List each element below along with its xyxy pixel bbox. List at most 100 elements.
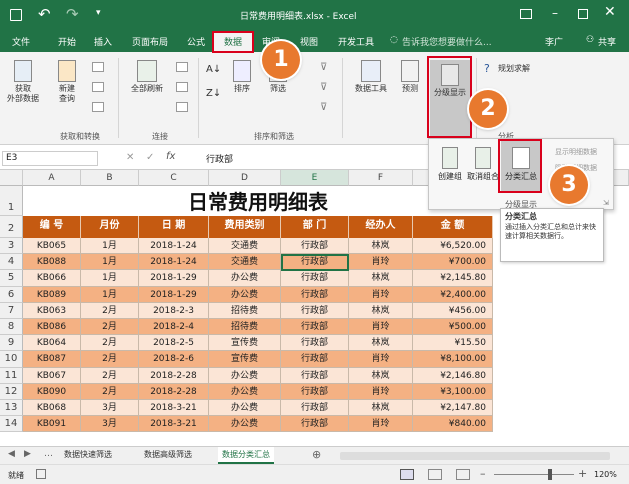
row-header[interactable]: 6 (0, 286, 23, 303)
ungroup-button[interactable]: 取消组合 (465, 147, 501, 182)
table-cell[interactable]: 办公费 (209, 367, 281, 384)
table-cell[interactable]: 肖玲 (349, 254, 413, 271)
table-cell[interactable]: 交通费 (209, 238, 281, 255)
redo-icon[interactable]: ↷ (66, 5, 79, 23)
user-name[interactable]: 李广 (545, 35, 563, 48)
col-header[interactable]: A (23, 170, 81, 186)
row-header[interactable]: 4 (0, 254, 23, 271)
add-sheet-icon[interactable]: ⊕ (312, 448, 321, 461)
solver-button[interactable]: 规划求解 (498, 63, 530, 74)
page-layout-view-icon[interactable] (428, 469, 442, 480)
table-cell[interactable]: 行政部 (281, 400, 349, 417)
table-cell[interactable]: 招待费 (209, 319, 281, 336)
table-cell[interactable]: ¥2,147.80 (413, 400, 493, 417)
table-cell[interactable]: KB086 (23, 319, 81, 336)
save-icon[interactable] (10, 9, 22, 21)
row-header[interactable]: 8 (0, 319, 23, 336)
header-cell[interactable]: 编 号 (23, 216, 81, 238)
table-cell[interactable]: KB063 (23, 302, 81, 319)
tab-insert[interactable]: 插入 (94, 35, 112, 48)
table-cell[interactable]: 林岚 (349, 270, 413, 287)
table-cell[interactable]: ¥500.00 (413, 319, 493, 336)
table-cell[interactable]: 1月 (81, 286, 139, 303)
formula-input[interactable]: 行政部 (206, 152, 233, 165)
select-all-corner[interactable] (0, 170, 23, 186)
table-cell[interactable]: KB068 (23, 400, 81, 417)
table-cell[interactable]: 林岚 (349, 400, 413, 417)
table-cell[interactable]: 林岚 (349, 367, 413, 384)
table-cell[interactable]: ¥2,146.80 (413, 367, 493, 384)
tab-file[interactable]: 文件 (12, 35, 30, 48)
reapply-icon[interactable]: ⊽ (320, 82, 327, 93)
table-cell[interactable]: 行政部 (281, 335, 349, 352)
customize-quick-access-icon[interactable]: ▾ (96, 8, 101, 18)
get-external-data-button[interactable]: 获取 外部数据 (4, 60, 42, 104)
table-cell[interactable]: 1月 (81, 238, 139, 255)
table-cell[interactable]: 行政部 (281, 383, 349, 400)
table-cell[interactable]: ¥840.00 (413, 416, 493, 433)
from-table-icon[interactable] (92, 82, 104, 92)
tab-home[interactable]: 开始 (58, 35, 76, 48)
name-box[interactable]: E3 (2, 151, 98, 166)
col-header[interactable]: F (349, 170, 413, 186)
row-header[interactable]: 14 (0, 416, 23, 433)
table-cell[interactable]: 2月 (81, 335, 139, 352)
header-cell[interactable]: 费用类别 (209, 216, 281, 238)
table-cell[interactable]: 行政部 (281, 319, 349, 336)
table-cell[interactable]: KB064 (23, 335, 81, 352)
table-cell[interactable]: KB066 (23, 270, 81, 287)
table-cell[interactable]: 宣传费 (209, 351, 281, 368)
data-tools-button[interactable]: 数据工具 (350, 60, 392, 94)
properties-icon[interactable] (176, 82, 188, 92)
zoom-thumb[interactable] (548, 469, 552, 480)
table-cell[interactable]: 交通费 (209, 254, 281, 271)
table-cell[interactable]: 2018-3-21 (139, 416, 209, 433)
table-cell[interactable]: 2018-1-24 (139, 254, 209, 271)
header-cell[interactable]: 日 期 (139, 216, 209, 238)
more-sheets[interactable]: … (44, 449, 53, 459)
table-cell[interactable]: 2018-2-4 (139, 319, 209, 336)
row-header[interactable]: 13 (0, 400, 23, 417)
edit-links-icon[interactable] (176, 102, 188, 112)
table-cell[interactable]: KB088 (23, 254, 81, 271)
table-cell[interactable]: 行政部 (281, 270, 349, 287)
table-cell[interactable]: 2月 (81, 383, 139, 400)
row-header[interactable]: 11 (0, 367, 23, 384)
table-cell[interactable]: ¥6,520.00 (413, 238, 493, 255)
table-cell[interactable]: 2018-2-28 (139, 383, 209, 400)
tab-developer[interactable]: 开发工具 (338, 35, 374, 48)
tell-me-box[interactable]: 告诉我您想要做什么... (402, 35, 492, 48)
sort-za-icon[interactable]: Z↓ (206, 88, 221, 99)
header-cell[interactable]: 金 额 (413, 216, 493, 238)
ribbon-display-icon[interactable] (520, 9, 532, 19)
share-button[interactable]: 共享 (598, 35, 616, 48)
table-cell[interactable]: ¥8,100.00 (413, 351, 493, 368)
zoom-out-icon[interactable]: – (480, 467, 486, 480)
page-break-view-icon[interactable] (456, 469, 470, 480)
table-cell[interactable]: 行政部 (281, 286, 349, 303)
table-cell[interactable]: 林岚 (349, 238, 413, 255)
show-queries-icon[interactable] (92, 62, 104, 72)
header-cell[interactable]: 部 门 (281, 216, 349, 238)
table-cell[interactable]: 3月 (81, 400, 139, 417)
row-header[interactable]: 7 (0, 302, 23, 319)
table-cell[interactable]: 2018-3-21 (139, 400, 209, 417)
sort-az-icon[interactable]: A↓ (206, 64, 221, 75)
table-cell[interactable]: 2月 (81, 319, 139, 336)
table-cell[interactable]: 2018-2-3 (139, 302, 209, 319)
table-cell[interactable]: 林岚 (349, 302, 413, 319)
header-cell[interactable]: 月份 (81, 216, 139, 238)
header-cell[interactable]: 经办人 (349, 216, 413, 238)
table-cell[interactable]: 肖玲 (349, 416, 413, 433)
table-cell[interactable]: KB065 (23, 238, 81, 255)
row-header[interactable]: 5 (0, 270, 23, 287)
table-cell[interactable]: KB090 (23, 383, 81, 400)
sheet-tab-active[interactable]: 数据分类汇总 (218, 447, 274, 464)
advanced-filter-icon[interactable]: ⊽ (320, 102, 327, 113)
table-cell[interactable]: ¥15.50 (413, 335, 493, 352)
table-cell[interactable]: KB087 (23, 351, 81, 368)
zoom-level[interactable]: 120% (594, 470, 617, 479)
table-cell[interactable]: 肖玲 (349, 286, 413, 303)
table-cell[interactable]: ¥456.00 (413, 302, 493, 319)
minimize-icon[interactable]: – (552, 6, 558, 20)
